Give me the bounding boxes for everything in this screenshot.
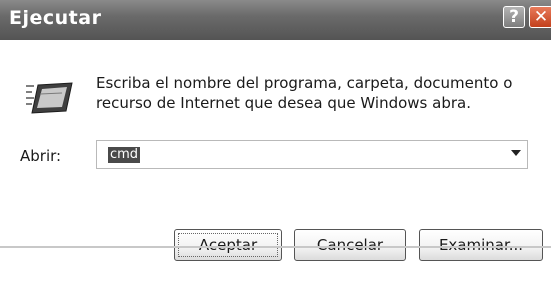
- accept-button[interactable]: Aceptar: [174, 229, 282, 261]
- title-bar[interactable]: Ejecutar ? ✕: [0, 0, 551, 40]
- focus-ring: [178, 233, 278, 257]
- bottom-divider: [0, 246, 551, 248]
- close-icon: ✕: [533, 7, 549, 27]
- window-title: Ejecutar: [9, 7, 102, 29]
- open-input-value[interactable]: cmd: [108, 147, 141, 163]
- instruction-text: Escriba el nombre del programa, carpeta,…: [96, 74, 513, 112]
- help-icon: ?: [509, 7, 519, 27]
- open-label: Abrir:: [20, 147, 62, 165]
- cancel-button[interactable]: Cancelar: [294, 229, 406, 261]
- run-dialog: Ejecutar ? ✕ Escriba el nombre del progr…: [0, 0, 551, 291]
- help-button[interactable]: ?: [503, 6, 525, 28]
- run-icon: [26, 82, 73, 114]
- chevron-down-icon[interactable]: [511, 150, 521, 156]
- close-button[interactable]: ✕: [529, 6, 551, 28]
- browse-button-label: Examinar...: [438, 236, 524, 254]
- dialog-body: Escriba el nombre del programa, carpeta,…: [0, 40, 551, 291]
- open-combobox[interactable]: cmd: [96, 140, 528, 169]
- cancel-button-label: Cancelar: [316, 236, 384, 254]
- browse-button[interactable]: Examinar...: [419, 229, 543, 261]
